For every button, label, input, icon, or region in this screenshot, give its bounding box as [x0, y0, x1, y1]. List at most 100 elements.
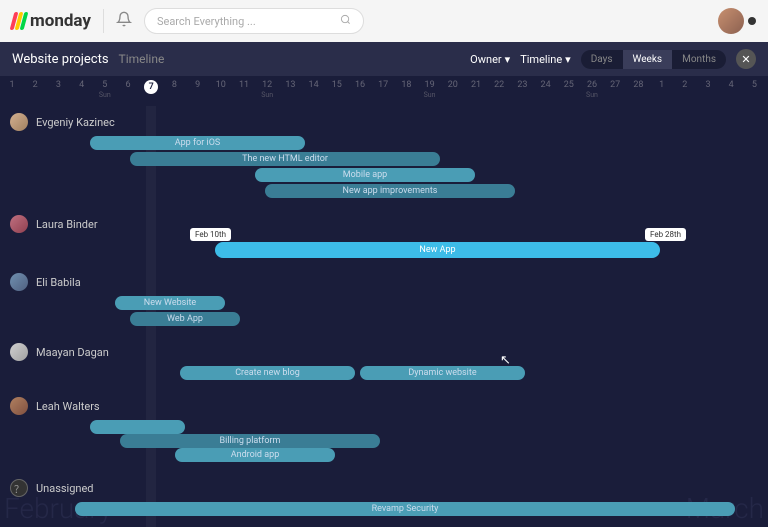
- bars-container: New Website Web App: [0, 296, 768, 330]
- person-name: Laura Binder: [36, 218, 98, 231]
- date-cell[interactable]: 18: [396, 80, 416, 90]
- date-cell[interactable]: 9: [188, 80, 208, 90]
- chevron-down-icon: ▾: [505, 53, 511, 66]
- date-cell[interactable]: 1: [652, 80, 672, 90]
- task-bar[interactable]: Web App: [130, 312, 240, 326]
- page-title: Website projects: [12, 52, 109, 67]
- person-header[interactable]: Leah Walters: [0, 396, 768, 416]
- date-cell[interactable]: 11: [234, 80, 254, 90]
- timeline-row: Evgeniy Kazinec App for iOS The new HTML e…: [0, 106, 768, 208]
- search-input[interactable]: Search Everything ...: [144, 8, 364, 34]
- date-cell[interactable]: 2: [675, 80, 695, 90]
- task-bar[interactable]: New Website: [115, 296, 225, 310]
- person-header[interactable]: Maayan Dagan: [0, 342, 768, 362]
- timeline-row: ？ Unassigned Revamp Security: [0, 472, 768, 526]
- logo-text: monday: [30, 11, 91, 31]
- task-bar[interactable]: Create new blog: [180, 366, 355, 380]
- date-cell[interactable]: 4: [72, 80, 92, 90]
- date-cell[interactable]: 14: [304, 80, 324, 90]
- date-cell[interactable]: 25: [559, 80, 579, 90]
- date-cell[interactable]: 12Sun: [257, 80, 277, 99]
- date-cell[interactable]: 26Sun: [582, 80, 602, 99]
- task-bar[interactable]: Android app: [175, 448, 335, 462]
- date-cell[interactable]: 13: [280, 80, 300, 90]
- breadcrumb: Timeline: [119, 52, 165, 66]
- search-icon: [340, 14, 351, 28]
- date-cell[interactable]: 15: [327, 80, 347, 90]
- date-cell[interactable]: 3: [698, 80, 718, 90]
- date-cell[interactable]: 5: [744, 80, 764, 90]
- owner-dropdown[interactable]: Owner ▾: [470, 53, 510, 66]
- bars-container: Revamp Security: [0, 502, 768, 520]
- date-cell[interactable]: 4: [721, 80, 741, 90]
- date-cell[interactable]: 27: [605, 80, 625, 90]
- date-cell[interactable]: 16: [350, 80, 370, 90]
- task-bar[interactable]: Mobile app: [255, 168, 475, 182]
- timeline-body: February March ↖ Evgeniy KazinecApp for …: [0, 106, 768, 527]
- date-cell[interactable]: 21: [466, 80, 486, 90]
- date-label-end: Feb 28th: [645, 228, 686, 241]
- view-days[interactable]: Days: [581, 50, 623, 69]
- date-cell[interactable]: 17: [373, 80, 393, 90]
- status-dot: [748, 17, 756, 25]
- task-bar[interactable]: Dynamic website: [360, 366, 525, 380]
- person-avatar: [10, 215, 28, 233]
- person-name: Unassigned: [36, 482, 94, 495]
- date-cell[interactable]: 1: [2, 80, 22, 90]
- chevron-down-icon: ▾: [565, 53, 571, 66]
- bars-container: Create new blog Dynamic website: [0, 366, 768, 384]
- close-button[interactable]: ✕: [736, 49, 756, 69]
- date-cell[interactable]: 2: [25, 80, 45, 90]
- date-cell[interactable]: 8: [164, 80, 184, 90]
- person-header[interactable]: Evgeniy Kazinec: [0, 112, 768, 132]
- date-cell[interactable]: 22: [489, 80, 509, 90]
- view-weeks[interactable]: Weeks: [623, 50, 673, 69]
- timeline-dropdown[interactable]: Timeline ▾: [520, 53, 571, 66]
- date-cell[interactable]: 6: [118, 80, 138, 90]
- person-avatar: [10, 113, 28, 131]
- top-bar: monday Search Everything ...: [0, 0, 768, 42]
- sub-bar: Website projects Timeline Owner ▾ Timeli…: [0, 42, 768, 76]
- person-header[interactable]: ？ Unassigned: [0, 478, 768, 498]
- user-avatar: [718, 8, 744, 34]
- task-bar[interactable]: App for iOS: [90, 136, 305, 150]
- person-name: Leah Walters: [36, 400, 100, 413]
- task-bar[interactable]: Revamp Security: [75, 502, 735, 516]
- date-cell[interactable]: 7: [141, 80, 161, 94]
- divider: [103, 9, 104, 33]
- person-avatar: [10, 397, 28, 415]
- view-toggle: Days Weeks Months: [581, 50, 726, 69]
- person-avatar: [10, 273, 28, 291]
- logo[interactable]: monday: [12, 11, 91, 31]
- person-header[interactable]: Eli Babila: [0, 272, 768, 292]
- logo-icon: [12, 12, 26, 30]
- task-bar[interactable]: Billing platform: [120, 434, 380, 448]
- date-cell[interactable]: 23: [512, 80, 532, 90]
- bars-container: New AppFeb 10thFeb 28th: [0, 238, 768, 260]
- task-bar[interactable]: The new HTML editor: [130, 152, 440, 166]
- date-cell[interactable]: 3: [48, 80, 68, 90]
- date-cell[interactable]: 5Sun: [95, 80, 115, 99]
- view-months[interactable]: Months: [672, 50, 726, 69]
- timeline-row: Laura BinderNew AppFeb 10thFeb 28th: [0, 208, 768, 266]
- date-label-start: Feb 10th: [190, 228, 231, 241]
- person-name: Evgeniy Kazinec: [36, 116, 115, 129]
- person-avatar: ？: [10, 479, 28, 497]
- date-cell[interactable]: 20: [443, 80, 463, 90]
- user-menu[interactable]: [718, 8, 756, 34]
- person-avatar: [10, 343, 28, 361]
- date-cell[interactable]: 24: [536, 80, 556, 90]
- task-bar[interactable]: [90, 420, 185, 434]
- person-name: Eli Babila: [36, 276, 81, 289]
- bars-container: App for iOS The new HTML editor Mobile app…: [0, 136, 768, 202]
- task-bar[interactable]: New app improvements: [265, 184, 515, 198]
- person-name: Maayan Dagan: [36, 346, 109, 359]
- date-cell[interactable]: 28: [628, 80, 648, 90]
- timeline-row: Eli Babila New Website Web App: [0, 266, 768, 336]
- date-cell[interactable]: 19Sun: [420, 80, 440, 99]
- notifications-icon[interactable]: [116, 11, 132, 31]
- bars-container: Billing platformAndroid app: [0, 420, 768, 466]
- date-cell[interactable]: 10: [211, 80, 231, 90]
- task-bar[interactable]: New App: [215, 242, 660, 258]
- date-strip: 12345Sun6789101112Sun13141516171819Sun20…: [0, 76, 768, 106]
